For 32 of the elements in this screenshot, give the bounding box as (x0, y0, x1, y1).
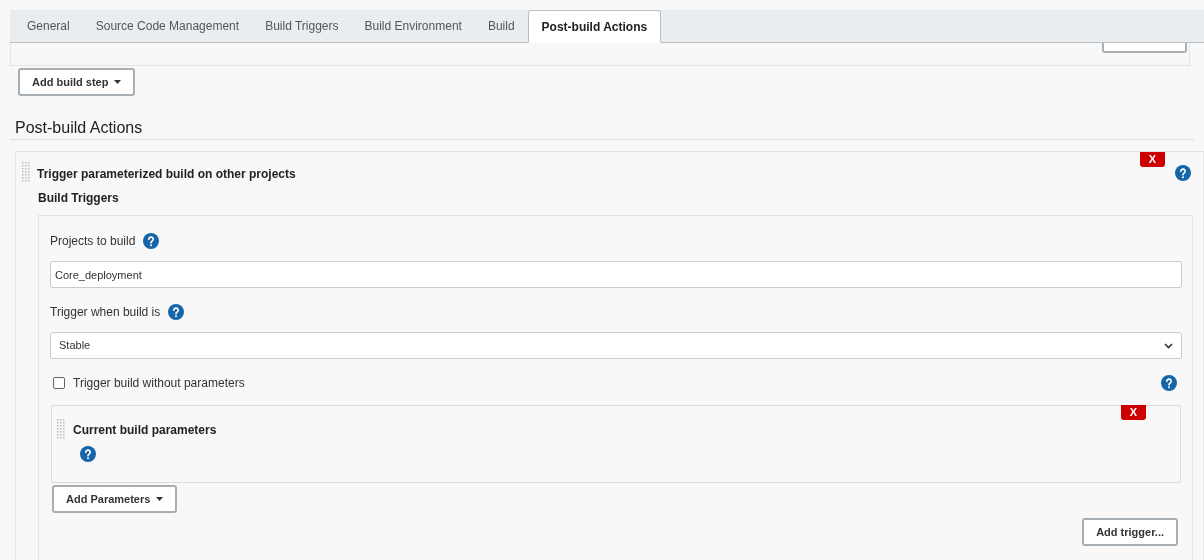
chevron-down-icon (1164, 342, 1173, 349)
checkbox[interactable] (53, 377, 65, 389)
drag-handle-icon[interactable] (57, 419, 66, 439)
subsection-title: Build Triggers (38, 190, 120, 207)
projects-input[interactable]: Core_deployment (50, 261, 1182, 288)
delete-button[interactable]: X (1121, 405, 1146, 420)
tab[interactable]: Post-build Actions (527, 10, 662, 43)
tab[interactable]: Build Environment (351, 9, 475, 42)
tab[interactable]: Build Triggers (252, 9, 352, 42)
checkbox-label: Trigger build without parameters (73, 375, 245, 392)
add-build-step-button[interactable]: Add build step (18, 68, 136, 96)
field-label: Projects to build (50, 233, 136, 250)
add-parameters-button[interactable]: Add Parameters (52, 485, 178, 513)
field-label: Trigger when build is (50, 304, 161, 321)
help-icon[interactable] (1161, 375, 1177, 391)
add-trigger-button[interactable]: Add trigger... (1082, 518, 1178, 546)
select-value: Stable (59, 338, 91, 354)
help-icon[interactable] (1175, 165, 1191, 181)
help-icon[interactable] (143, 233, 160, 249)
caret-icon (156, 497, 164, 501)
section-title: Post-build Actions (15, 118, 144, 138)
drag-handle-icon[interactable] (22, 162, 31, 182)
trigger-select[interactable]: Stable (50, 332, 1182, 359)
help-icon[interactable] (80, 446, 96, 462)
tab[interactable]: Source Code Management (82, 9, 253, 42)
help-icon[interactable] (168, 304, 185, 320)
delete-button[interactable]: X (1140, 152, 1165, 167)
parameters-title: Current build parameters (73, 422, 217, 439)
caret-icon (114, 80, 122, 84)
tab[interactable]: Build (474, 9, 528, 42)
action-title: Trigger parameterized build on other projects (37, 166, 296, 183)
tab[interactable]: General (14, 9, 83, 42)
